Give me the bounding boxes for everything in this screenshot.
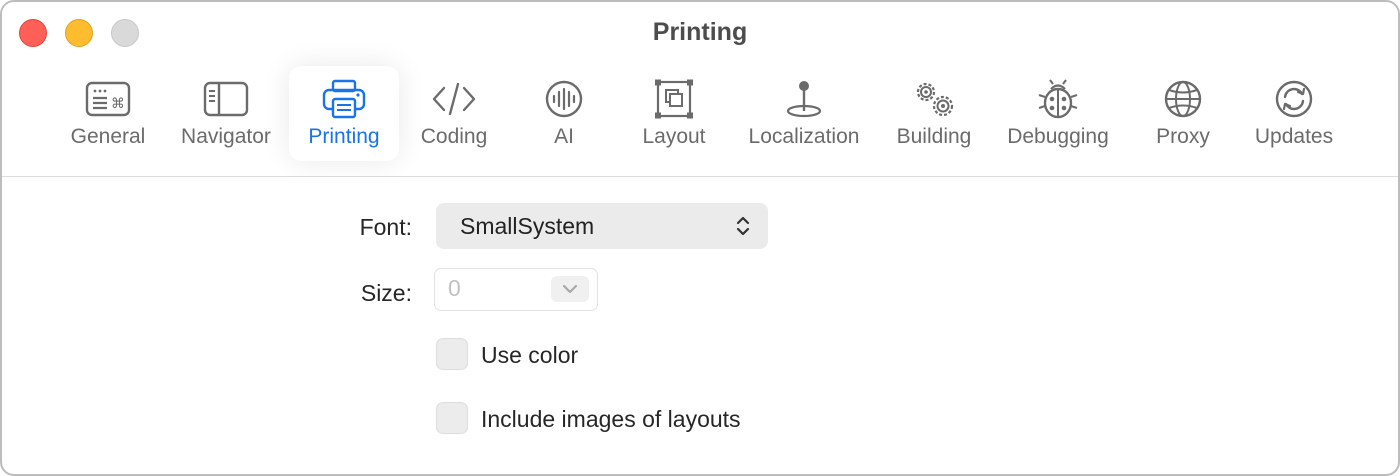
size-combobox[interactable]: 0: [434, 268, 598, 311]
font-label: Font:: [359, 214, 412, 240]
size-dropdown-button[interactable]: [551, 276, 589, 302]
keyboard-icon: ⌘: [85, 81, 131, 117]
globe-icon: [1164, 80, 1202, 118]
toolbar-item-navigator[interactable]: Navigator: [170, 66, 282, 161]
chevron-down-icon: [562, 284, 578, 294]
toolbar-item-updates[interactable]: Updates: [1244, 66, 1344, 161]
font-popup-button[interactable]: SmallSystem: [436, 203, 768, 249]
layout-frame-icon: [655, 79, 693, 119]
titlebar-toolbar: Printing ⌘ General Navigator Printing Co…: [2, 2, 1398, 177]
toolbar-item-label: Layout: [642, 125, 706, 148]
toolbar-item-debugging[interactable]: Debugging: [998, 66, 1118, 161]
sidebar-icon: [203, 81, 249, 117]
size-input[interactable]: 0: [448, 275, 461, 302]
toolbar-item-label: AI: [554, 125, 574, 148]
toolbar-item-layout[interactable]: Layout: [628, 66, 720, 161]
toolbar-item-general[interactable]: ⌘ General: [58, 66, 158, 161]
svg-text:⌘: ⌘: [111, 96, 125, 112]
font-popup-value: SmallSystem: [460, 213, 595, 239]
printer-icon: [322, 79, 366, 119]
toolbar-item-printing[interactable]: Printing: [289, 66, 399, 161]
toolbar-item-label: Coding: [420, 125, 488, 148]
pin-icon: [786, 81, 822, 118]
toolbar-item-label: Localization: [748, 125, 860, 148]
toolbar-item-label: Updates: [1254, 125, 1334, 148]
window-title: Printing: [652, 18, 748, 46]
ladybug-icon: [1038, 79, 1078, 119]
toolbar-item-label: General: [70, 125, 146, 148]
preferences-window: Printing ⌘ General Navigator Printing Co…: [0, 0, 1400, 476]
toolbar-item-label: Building: [896, 125, 972, 148]
toolbar-item-proxy[interactable]: Proxy: [1142, 66, 1224, 161]
toolbar-item-building[interactable]: Building: [888, 66, 980, 161]
toolbar-item-localization[interactable]: Localization: [738, 66, 870, 161]
gears-icon: [916, 82, 954, 117]
include-images-label: Include images of layouts: [481, 406, 741, 432]
refresh-icon: [1275, 80, 1313, 118]
waveform-icon: [545, 80, 583, 118]
toolbar-item-label: Navigator: [181, 125, 271, 148]
use-color-checkbox[interactable]: [436, 338, 468, 370]
size-label: Size:: [360, 280, 412, 306]
toolbar-item-coding[interactable]: Coding: [408, 66, 500, 161]
code-brackets-icon: [432, 82, 476, 116]
use-color-label: Use color: [481, 342, 579, 368]
toolbar-item-label: Proxy: [1156, 125, 1210, 148]
toolbar-item-label: Printing: [308, 125, 380, 148]
include-images-checkbox[interactable]: [436, 402, 468, 434]
chevron-up-down-icon: [736, 216, 750, 236]
toolbar-item-ai[interactable]: AI: [526, 66, 602, 161]
toolbar-item-label: Debugging: [1007, 125, 1109, 148]
